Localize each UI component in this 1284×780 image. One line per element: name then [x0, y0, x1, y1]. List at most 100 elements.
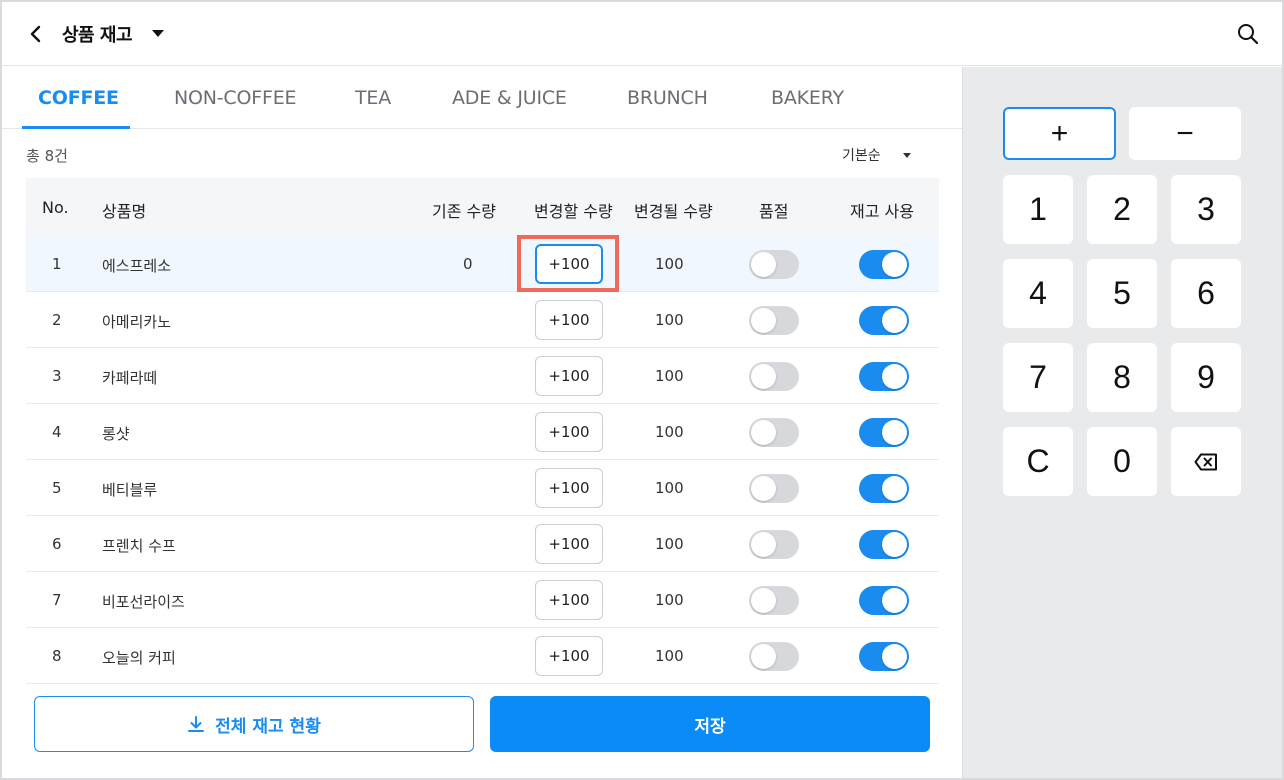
result-qty: 100 — [655, 647, 684, 665]
soldout-toggle[interactable] — [749, 586, 799, 615]
inventory-table: No. 상품명 기존 수량 변경할 수량 변경될 수량 품절 재고 사용 1 에스… — [26, 178, 939, 684]
sort-dropdown[interactable]: 기본순 — [842, 145, 911, 165]
soldout-toggle[interactable] — [749, 250, 799, 279]
change-qty-input[interactable]: +100 — [535, 244, 603, 284]
result-qty: 100 — [655, 367, 684, 385]
table-row[interactable]: 5 베티블루 +100 100 — [26, 460, 939, 516]
current-qty: 0 — [463, 255, 473, 273]
header-use-stock: 재고 사용 — [850, 202, 914, 221]
table-row[interactable]: 7 비포선라이즈 +100 100 — [26, 572, 939, 628]
use-stock-toggle[interactable] — [859, 306, 909, 335]
keypad-key-9[interactable]: 9 — [1171, 343, 1241, 412]
table-row[interactable]: 3 카페라떼 +100 100 — [26, 348, 939, 404]
inventory-panel: COFFEE NON-COFFEE TEA ADE & JUICE BRUNCH… — [2, 67, 962, 778]
use-stock-toggle[interactable] — [859, 418, 909, 447]
change-qty-input[interactable]: +100 — [535, 356, 603, 396]
change-qty-input[interactable]: +100 — [535, 524, 603, 564]
search-icon — [1238, 24, 1259, 45]
keypad-minus-button[interactable]: − — [1129, 107, 1241, 160]
keypad-key-2[interactable]: 2 — [1087, 175, 1157, 244]
tab-non-coffee[interactable]: NON-COFFEE — [174, 87, 297, 109]
table-row[interactable]: 8 오늘의 커피 +100 100 — [26, 628, 939, 684]
use-stock-toggle[interactable] — [859, 250, 909, 279]
keypad-plus-button[interactable]: + — [1003, 107, 1116, 160]
tab-tea[interactable]: TEA — [355, 87, 391, 109]
keypad-key-7[interactable]: 7 — [1003, 343, 1073, 412]
toggle-knob — [751, 308, 776, 333]
toggle-knob — [751, 364, 776, 389]
download-icon — [188, 716, 205, 732]
keypad-key-5[interactable]: 5 — [1087, 259, 1157, 328]
tab-bakery[interactable]: BAKERY — [771, 87, 844, 109]
product-name: 아메리카노 — [102, 313, 172, 331]
tab-brunch[interactable]: BRUNCH — [627, 87, 708, 109]
keypad-key-6[interactable]: 6 — [1171, 259, 1241, 328]
row-number: 7 — [52, 591, 62, 609]
toggle-knob — [751, 252, 776, 277]
toggle-knob — [882, 364, 907, 389]
toggle-knob — [751, 476, 776, 501]
sort-label: 기본순 — [842, 148, 881, 164]
active-tab-indicator — [22, 126, 130, 129]
numeric-keypad: + − 1 2 3 4 5 6 7 8 9 C 0 — [962, 67, 1282, 778]
use-stock-toggle[interactable] — [859, 586, 909, 615]
keypad-key-8[interactable]: 8 — [1087, 343, 1157, 412]
toggle-knob — [882, 588, 907, 613]
soldout-toggle[interactable] — [749, 642, 799, 671]
backspace-icon — [1194, 453, 1217, 470]
keypad-key-0[interactable]: 0 — [1087, 427, 1157, 496]
download-stock-label: 전체 재고 현황 — [215, 716, 321, 737]
result-qty: 100 — [655, 311, 684, 329]
search-button[interactable] — [1234, 20, 1262, 48]
back-button[interactable] — [22, 20, 50, 48]
total-count: 총 8건 — [26, 147, 68, 165]
product-name: 롱샷 — [102, 425, 130, 443]
toggle-knob — [882, 644, 907, 669]
change-qty-input[interactable]: +100 — [535, 636, 603, 676]
page-title: 상품 재고 — [62, 25, 133, 46]
caret-down-icon — [902, 152, 911, 158]
tab-ade-juice[interactable]: ADE & JUICE — [452, 87, 567, 109]
soldout-toggle[interactable] — [749, 418, 799, 447]
keypad-backspace-button[interactable] — [1171, 427, 1241, 496]
product-name: 비포선라이즈 — [102, 593, 185, 611]
top-bar: 상품 재고 — [2, 2, 1282, 66]
header-no: No. — [42, 198, 69, 217]
tab-coffee[interactable]: COFFEE — [38, 87, 119, 109]
toggle-knob — [882, 476, 907, 501]
use-stock-toggle[interactable] — [859, 362, 909, 391]
row-number: 4 — [52, 423, 62, 441]
change-qty-input[interactable]: +100 — [535, 580, 603, 620]
caret-down-icon — [152, 30, 164, 37]
result-qty: 100 — [655, 479, 684, 497]
soldout-toggle[interactable] — [749, 362, 799, 391]
chevron-left-icon — [30, 25, 41, 43]
toggle-knob — [751, 644, 776, 669]
table-row[interactable]: 1 에스프레소 0 +100 100 — [26, 235, 939, 292]
row-number: 2 — [52, 311, 62, 329]
change-qty-input[interactable]: +100 — [535, 468, 603, 508]
soldout-toggle[interactable] — [749, 306, 799, 335]
table-row[interactable]: 2 아메리카노 +100 100 — [26, 292, 939, 348]
keypad-clear-button[interactable]: C — [1003, 427, 1073, 496]
keypad-key-1[interactable]: 1 — [1003, 175, 1073, 244]
download-stock-button[interactable]: 전체 재고 현황 — [34, 696, 474, 752]
use-stock-toggle[interactable] — [859, 474, 909, 503]
change-qty-input[interactable]: +100 — [535, 412, 603, 452]
title-dropdown-button[interactable] — [148, 24, 168, 44]
soldout-toggle[interactable] — [749, 530, 799, 559]
save-button[interactable]: 저장 — [490, 696, 930, 752]
keypad-key-4[interactable]: 4 — [1003, 259, 1073, 328]
use-stock-toggle[interactable] — [859, 642, 909, 671]
row-number: 8 — [52, 647, 62, 665]
toggle-knob — [751, 588, 776, 613]
product-name: 오늘의 커피 — [102, 649, 176, 667]
keypad-key-3[interactable]: 3 — [1171, 175, 1241, 244]
use-stock-toggle[interactable] — [859, 530, 909, 559]
table-row[interactable]: 6 프렌치 수프 +100 100 — [26, 516, 939, 572]
toggle-knob — [751, 532, 776, 557]
header-soldout: 품절 — [759, 202, 789, 221]
change-qty-input[interactable]: +100 — [535, 300, 603, 340]
soldout-toggle[interactable] — [749, 474, 799, 503]
table-row[interactable]: 4 롱샷 +100 100 — [26, 404, 939, 460]
